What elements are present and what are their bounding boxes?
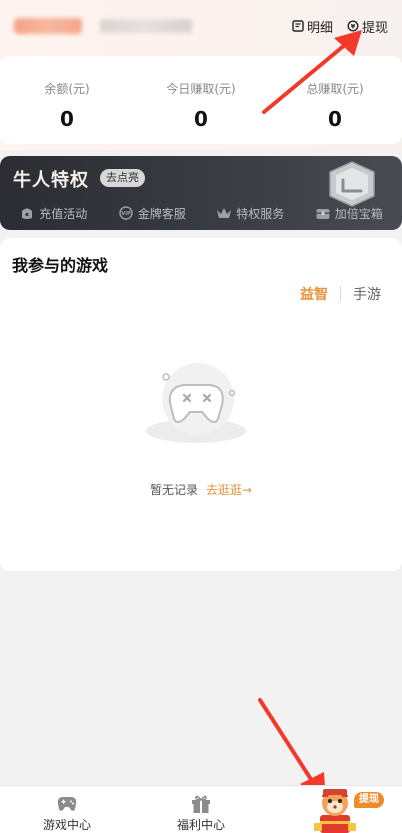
gamepad-icon bbox=[57, 797, 77, 811]
total-earned-value: 0 bbox=[328, 107, 342, 131]
vip-item-chest[interactable]: 加倍宝箱 bbox=[315, 205, 383, 222]
svg-text:¥: ¥ bbox=[351, 22, 356, 30]
header: 明细 ¥ 提现 bbox=[0, 0, 402, 52]
list-icon bbox=[292, 20, 304, 32]
chest-icon bbox=[316, 209, 330, 219]
earnings-card: 余额(元) 0 今日赚取(元) 0 总赚取(元) 0 bbox=[0, 56, 402, 144]
balance-value: 0 bbox=[60, 107, 74, 131]
vip-item-recharge[interactable]: 充值活动 bbox=[19, 205, 87, 222]
nav-label: 福利中心 bbox=[176, 818, 225, 832]
vip-banner[interactable]: 牛人特权 去点亮 充值活动 VIP 金牌客服 特权服务 加倍宝箱 bbox=[0, 156, 402, 230]
empty-text: 暂无记录 bbox=[150, 483, 199, 497]
withdraw-button[interactable]: ¥ 提现 bbox=[347, 17, 388, 36]
gift-icon bbox=[192, 795, 210, 813]
wallet-icon bbox=[22, 208, 33, 219]
vip-title: 牛人特权 bbox=[13, 170, 89, 191]
mascot-icon[interactable] bbox=[312, 785, 358, 833]
tab-mobile[interactable]: 手游 bbox=[353, 284, 381, 304]
balance-label: 余额(元) bbox=[44, 82, 90, 96]
header-actions: 明细 ¥ 提现 bbox=[292, 17, 388, 36]
vip-item-label: 金牌客服 bbox=[137, 206, 186, 221]
tab-puzzle[interactable]: 益智 bbox=[300, 284, 328, 304]
crown-icon bbox=[217, 208, 232, 218]
details-button[interactable]: 明细 bbox=[292, 17, 333, 36]
nav-label: 游戏中心 bbox=[42, 818, 91, 832]
vip-item-privilege[interactable]: 特权服务 bbox=[216, 205, 284, 222]
empty-gamepad-icon bbox=[146, 363, 246, 443]
total-earned-stat: 总赚取(元) 0 bbox=[268, 56, 402, 144]
vip-benefits: 充值活动 VIP 金牌客服 特权服务 加倍宝箱 bbox=[0, 200, 402, 226]
nav-welfare-center[interactable]: 福利中心 bbox=[134, 786, 268, 833]
today-earned-stat: 今日赚取(元) 0 bbox=[134, 56, 268, 144]
game-tabs: 益智 手游 bbox=[300, 284, 381, 304]
nav-game-center[interactable]: 游戏中心 bbox=[0, 786, 134, 833]
today-earned-label: 今日赚取(元) bbox=[166, 82, 236, 96]
vip-item-label: 加倍宝箱 bbox=[334, 206, 383, 221]
svg-text:VIP: VIP bbox=[121, 211, 131, 217]
my-games-card: 我参与的游戏 益智 手游 暂无记录 去逛逛→ bbox=[0, 238, 402, 571]
today-earned-value: 0 bbox=[194, 107, 208, 131]
user-name-redacted bbox=[14, 18, 82, 34]
vip-item-label: 特权服务 bbox=[236, 206, 285, 221]
withdraw-icon: ¥ bbox=[347, 20, 359, 32]
balance-stat: 余额(元) 0 bbox=[0, 56, 134, 144]
details-label: 明细 bbox=[306, 20, 333, 36]
vip-item-label: 充值活动 bbox=[39, 206, 88, 221]
empty-state: 暂无记录 去逛逛→ bbox=[0, 481, 402, 498]
withdraw-badge[interactable]: 提现 bbox=[354, 792, 384, 808]
user-id-redacted bbox=[100, 19, 192, 33]
withdraw-label: 提现 bbox=[361, 20, 388, 36]
vip-item-service[interactable]: VIP 金牌客服 bbox=[118, 205, 186, 222]
browse-link[interactable]: 去逛逛→ bbox=[206, 483, 252, 497]
total-earned-label: 总赚取(元) bbox=[306, 82, 364, 96]
vip-activate-button[interactable]: 去点亮 bbox=[100, 169, 145, 187]
vip-service-icon: VIP bbox=[119, 206, 133, 220]
section-title: 我参与的游戏 bbox=[12, 256, 109, 275]
tab-divider bbox=[340, 286, 341, 302]
